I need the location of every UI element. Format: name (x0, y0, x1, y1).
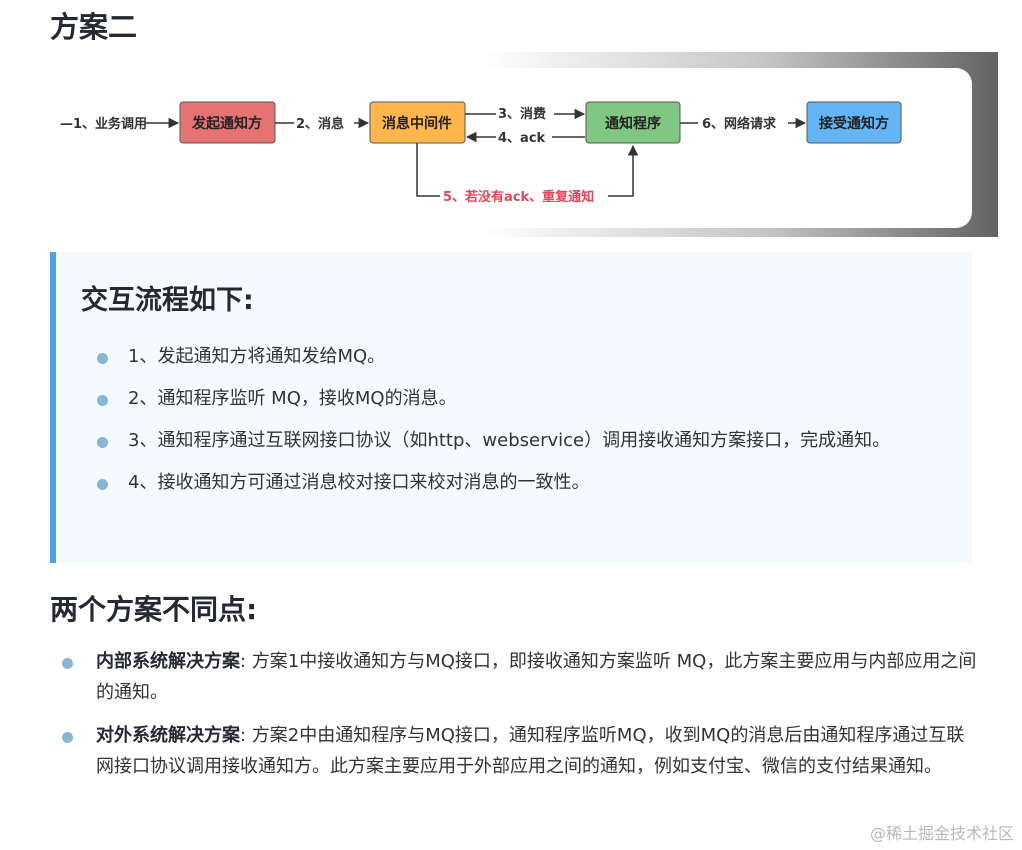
bullet-icon (97, 437, 108, 448)
step-text: 2、通知程序监听 MQ，接收MQ的消息。 (128, 388, 457, 409)
bullet-icon (62, 658, 73, 669)
difference-term: 对外系统解决方案 (96, 725, 240, 746)
edge-business-call-label: —1、业务调用 (60, 116, 147, 132)
bullet-icon (97, 479, 108, 490)
differences-title: 两个方案不同点: (50, 593, 258, 626)
interaction-steps: 1、发起通知方将通知发给MQ。 2、通知程序监听 MQ，接收MQ的消息。 3、通… (92, 342, 942, 498)
node-mq-label: 消息中间件 (382, 115, 452, 132)
node-receiver-label: 接受通知方 (819, 115, 889, 132)
flow-diagram: —1、业务调用 发起通知方 2、消息 消息中间件 3、消费 4、ack 通知程序… (50, 68, 972, 228)
node-initiator-label: 发起通知方 (191, 115, 262, 132)
edge-retry-head (608, 144, 639, 197)
difference-term: 内部系统解决方案 (96, 651, 240, 672)
edge-retry (416, 143, 440, 197)
step-item: 1、发起通知方将通知发给MQ。 (92, 342, 942, 372)
node-notifier-label: 通知程序 (605, 115, 661, 132)
watermark: @稀土掘金技术社区 (869, 824, 1014, 843)
step-item: 2、通知程序监听 MQ，接收MQ的消息。 (92, 384, 942, 414)
section-title: 方案二 (50, 10, 138, 44)
difference-item: 对外系统解决方案: 方案2中由通知程序与MQ接口，通知程序监听MQ，收到MQ的消… (58, 720, 978, 782)
step-text: 4、接收通知方可通过消息校对接口来校对消息的一致性。 (128, 472, 590, 493)
edge-network-request-label: 6、网络请求 (702, 116, 777, 132)
edge-retry-label: 5、若没有ack、重复通知 (443, 189, 594, 205)
bullet-icon (97, 395, 108, 406)
bullet-icon (97, 353, 108, 364)
interaction-title: 交互流程如下: (81, 285, 254, 316)
edge-message-label: 2、消息 (296, 116, 344, 132)
differences-list: 内部系统解决方案: 方案1中接收通知方与MQ接口，即接收通知方案监听 MQ，此方… (58, 646, 978, 782)
step-item: 4、接收通知方可通过消息校对接口来校对消息的一致性。 (92, 468, 942, 498)
edge-ack-label: 4、ack (498, 131, 546, 146)
interaction-panel: 交互流程如下: 1、发起通知方将通知发给MQ。 2、通知程序监听 MQ，接收MQ… (50, 252, 972, 563)
difference-item: 内部系统解决方案: 方案1中接收通知方与MQ接口，即接收通知方案监听 MQ，此方… (58, 646, 978, 708)
bullet-icon (62, 732, 73, 743)
step-item: 3、通知程序通过互联网接口协议（如http、webservice）调用接收通知方… (92, 426, 942, 456)
edge-consume-label: 3、消费 (498, 106, 546, 122)
step-text: 1、发起通知方将通知发给MQ。 (128, 346, 386, 367)
step-text: 3、通知程序通过互联网接口协议（如http、webservice）调用接收通知方… (128, 430, 891, 451)
